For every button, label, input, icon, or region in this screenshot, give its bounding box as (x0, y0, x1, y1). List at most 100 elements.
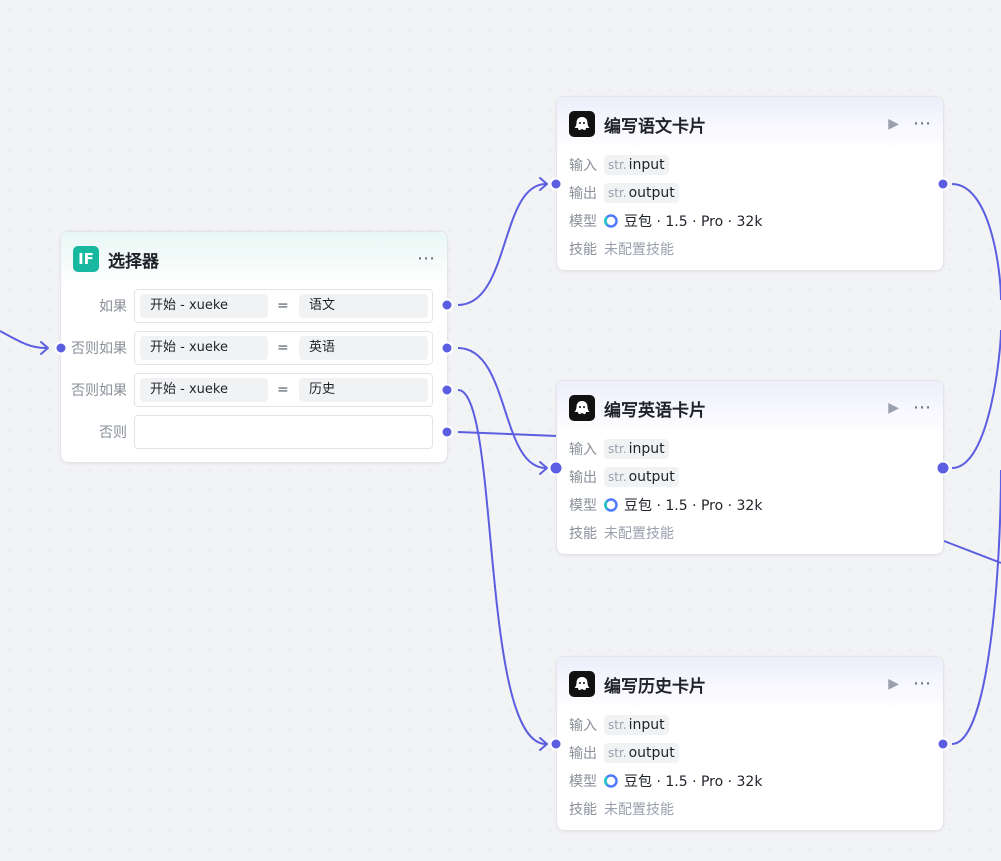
branch-elseif-1[interactable]: 否则如果 开始 - xueke = 英语 (61, 331, 447, 367)
node-title: 编写英语卡片 (604, 400, 706, 421)
node-title: 编写语文卡片 (604, 116, 706, 137)
edge-chinese-out (951, 183, 1001, 301)
skill-row: 技能 未配置技能 (569, 238, 674, 260)
edge-english-side (943, 540, 1001, 564)
skill-label: 技能 (569, 242, 597, 258)
arrow-head-english (539, 461, 548, 475)
output-row: 输出 str. output (569, 466, 679, 488)
selector-header: IF 选择器 ⋯ (61, 232, 447, 286)
branch-elseif-2[interactable]: 否则如果 开始 - xueke = 历史 (61, 373, 447, 409)
output-row: 输出 str. output (569, 742, 679, 764)
input-label: 输入 (569, 718, 597, 734)
play-icon[interactable]: ▶ (888, 401, 899, 415)
input-row: 输入 str. input (569, 154, 669, 176)
doubao-model-icon (604, 498, 618, 512)
selector-node[interactable]: IF 选择器 ⋯ 如果 开始 - xueke = 语文 否则如果 开始 - xu… (60, 231, 448, 463)
skill-value: 未配置技能 (604, 242, 674, 258)
robot-icon (569, 395, 595, 421)
llm-header: 编写历史卡片 ▶ ⋯ (557, 657, 943, 711)
skill-value: 未配置技能 (604, 802, 674, 818)
edge-english-out (951, 329, 1001, 469)
english-input-port[interactable] (548, 460, 564, 476)
branch-if[interactable]: 如果 开始 - xueke = 语文 (61, 289, 447, 325)
history-output-port[interactable] (936, 737, 950, 751)
history-input-port[interactable] (549, 737, 563, 751)
llm-node-english[interactable]: 编写英语卡片 ▶ ⋯ 输入 str. input 输出 str. output 模型… (556, 380, 944, 555)
node-title: 编写历史卡片 (604, 676, 706, 697)
output-label: 输出 (569, 470, 597, 486)
output-variable: str. output (604, 743, 679, 763)
condition-variable[interactable]: 开始 - xueke (140, 336, 268, 360)
skill-row: 技能 未配置技能 (569, 522, 674, 544)
condition-box[interactable] (134, 415, 433, 449)
edge-elseif2-to-history (457, 389, 547, 745)
model-row: 模型 豆包 · 1.5 · Pro · 32k (569, 494, 762, 516)
condition-value[interactable]: 历史 (299, 378, 428, 402)
edge-else-out (457, 431, 558, 437)
robot-icon (569, 111, 595, 137)
doubao-model-icon (604, 774, 618, 788)
chinese-input-port[interactable] (549, 177, 563, 191)
skill-row: 技能 未配置技能 (569, 798, 674, 820)
branch-label: 否则如果 (71, 341, 127, 357)
model-row: 模型 豆包 · 1.5 · Pro · 32k (569, 770, 762, 792)
play-icon[interactable]: ▶ (888, 117, 899, 131)
input-label: 输入 (569, 158, 597, 174)
more-icon[interactable]: ⋯ (913, 399, 931, 417)
model-row: 模型 豆包 · 1.5 · Pro · 32k (569, 210, 762, 232)
input-label: 输入 (569, 442, 597, 458)
elseif1-output-port[interactable] (440, 341, 454, 355)
output-label: 输出 (569, 746, 597, 762)
more-icon[interactable]: ⋯ (913, 115, 931, 133)
model-value: 豆包 · 1.5 · Pro · 32k (624, 774, 763, 790)
condition-value[interactable]: 语文 (299, 294, 428, 318)
condition-value[interactable]: 英语 (299, 336, 428, 360)
elseif2-output-port[interactable] (440, 383, 454, 397)
output-row: 输出 str. output (569, 182, 679, 204)
llm-node-history[interactable]: 编写历史卡片 ▶ ⋯ 输入 str. input 输出 str. output 模型… (556, 656, 944, 831)
skill-value: 未配置技能 (604, 526, 674, 542)
input-row: 输入 str. input (569, 438, 669, 460)
if-output-port[interactable] (440, 298, 454, 312)
edge-incoming (0, 330, 47, 349)
model-label: 模型 (569, 774, 597, 790)
llm-node-chinese[interactable]: 编写语文卡片 ▶ ⋯ 输入 str. input 输出 str. output 模型… (556, 96, 944, 271)
arrow-head-chinese (539, 177, 548, 191)
chinese-output-port[interactable] (936, 177, 950, 191)
condition-box[interactable]: 开始 - xueke = 历史 (134, 373, 433, 407)
more-icon[interactable]: ⋯ (417, 250, 435, 268)
branch-label: 否则 (99, 425, 127, 441)
input-variable: str. input (604, 439, 669, 459)
condition-variable[interactable]: 开始 - xueke (140, 294, 268, 318)
edge-history-out (951, 469, 1001, 745)
output-label: 输出 (569, 186, 597, 202)
condition-operator[interactable]: = (277, 290, 289, 322)
output-variable: str. output (604, 183, 679, 203)
else-output-port[interactable] (440, 425, 454, 439)
model-label: 模型 (569, 214, 597, 230)
condition-box[interactable]: 开始 - xueke = 英语 (134, 331, 433, 365)
arrow-head-selector (40, 341, 49, 355)
model-label: 模型 (569, 498, 597, 514)
llm-header: 编写英语卡片 ▶ ⋯ (557, 381, 943, 435)
skill-label: 技能 (569, 526, 597, 542)
more-icon[interactable]: ⋯ (913, 675, 931, 693)
input-row: 输入 str. input (569, 714, 669, 736)
english-output-port[interactable] (935, 460, 951, 476)
condition-operator[interactable]: = (277, 374, 289, 406)
skill-label: 技能 (569, 802, 597, 818)
condition-box[interactable]: 开始 - xueke = 语文 (134, 289, 433, 323)
input-variable: str. input (604, 715, 669, 735)
condition-variable[interactable]: 开始 - xueke (140, 378, 268, 402)
play-icon[interactable]: ▶ (888, 677, 899, 691)
condition-operator[interactable]: = (277, 332, 289, 364)
arrow-head-history (539, 737, 548, 751)
doubao-model-icon (604, 214, 618, 228)
model-value: 豆包 · 1.5 · Pro · 32k (624, 498, 763, 514)
branch-label: 否则如果 (71, 383, 127, 399)
model-value: 豆包 · 1.5 · Pro · 32k (624, 214, 763, 230)
branch-else[interactable]: 否则 (61, 415, 447, 451)
edge-if-to-chinese (457, 183, 547, 306)
edge-elseif1-to-english (457, 347, 547, 469)
selector-input-port[interactable] (54, 341, 68, 355)
